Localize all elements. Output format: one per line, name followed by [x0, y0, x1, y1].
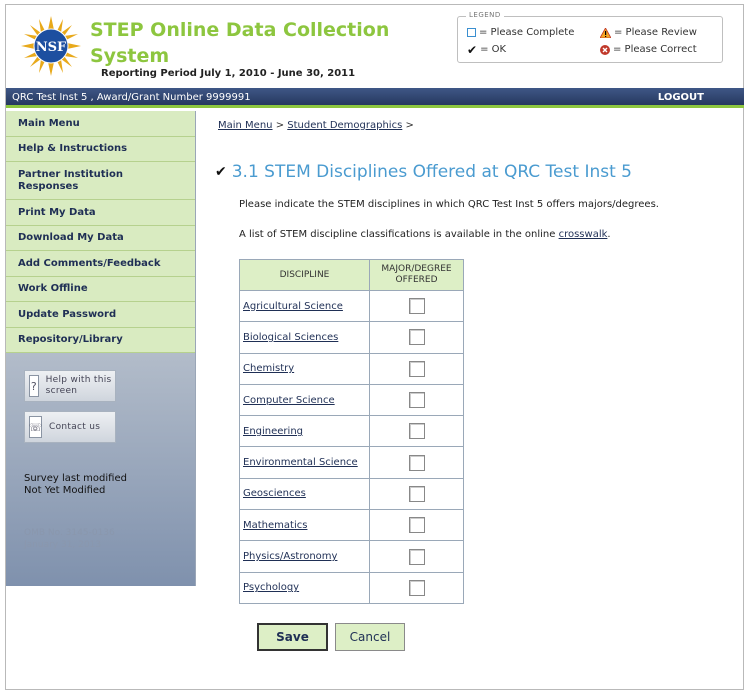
cancel-button[interactable]: Cancel: [335, 623, 405, 651]
checkmark-icon: ✔: [467, 42, 478, 57]
nsf-logo: NSF: [21, 16, 81, 76]
phone-icon: ☏: [29, 416, 42, 438]
discipline-link-psychology[interactable]: Psychology: [243, 582, 299, 593]
page-title: ✔ 3.1 STEM Disciplines Offered at QRC Te…: [215, 162, 632, 182]
save-button[interactable]: Save: [257, 623, 328, 651]
logout-link[interactable]: LOGOUT: [658, 92, 704, 103]
table-row: Computer Science: [239, 383, 464, 417]
discipline-link-environmental-science[interactable]: Environmental Science: [243, 457, 358, 468]
survey-status: Survey last modified Not Yet Modified: [24, 473, 127, 497]
legend-ok: ✔ = OK: [467, 42, 507, 57]
top-bar: QRC Test Inst 5 , Award/Grant Number 999…: [6, 88, 744, 108]
discipline-link-physics-astronomy[interactable]: Physics/Astronomy: [243, 551, 337, 562]
sidebar-item-password[interactable]: Update Password: [6, 302, 195, 328]
breadcrumb-main-menu[interactable]: Main Menu: [218, 120, 273, 131]
omb-number: OMB No. 3145-0136: [24, 528, 115, 538]
major-offered-checkbox[interactable]: [408, 423, 425, 440]
omb-info: OMB No. 3145-0136 January 31, 2013: [24, 527, 115, 551]
question-icon: ?: [29, 375, 39, 397]
discipline-link-biological-sciences[interactable]: Biological Sciences: [243, 332, 338, 343]
major-offered-checkbox[interactable]: [408, 454, 425, 471]
major-offered-checkbox[interactable]: [408, 329, 425, 346]
legend-title: LEGEND: [466, 11, 504, 19]
sidebar: Main Menu Help & Instructions Partner In…: [6, 111, 196, 586]
contact-us-button[interactable]: ☏ Contact us: [24, 411, 116, 443]
col-header-major-offered: MAJOR/DEGREE OFFERED: [369, 259, 464, 291]
legend-please-review: = Please Review: [600, 27, 697, 38]
legend-please-complete: = Please Complete: [467, 27, 574, 38]
sidebar-item-main-menu[interactable]: Main Menu: [6, 111, 195, 137]
warning-icon: [600, 27, 611, 38]
reporting-period: Reporting Period July 1, 2010 - June 30,…: [101, 68, 356, 79]
institution-info: QRC Test Inst 5 , Award/Grant Number 999…: [12, 92, 251, 103]
sidebar-item-download[interactable]: Download My Data: [6, 225, 195, 251]
discipline-link-computer-science[interactable]: Computer Science: [243, 395, 335, 406]
table-row: Agricultural Science: [239, 289, 464, 323]
breadcrumb-separator: >: [275, 120, 285, 131]
col-header-discipline: DISCIPLINE: [239, 259, 370, 291]
crosswalk-text: A list of STEM discipline classification…: [239, 229, 611, 240]
sidebar-item-offline[interactable]: Work Offline: [6, 276, 195, 302]
discipline-link-agricultural-science[interactable]: Agricultural Science: [243, 301, 343, 312]
table-header-row: DISCIPLINE MAJOR/DEGREE OFFERED: [239, 259, 464, 291]
table-row: Geosciences: [239, 477, 464, 511]
sidebar-item-print[interactable]: Print My Data: [6, 200, 195, 226]
table-row: Mathematics: [239, 509, 464, 542]
breadcrumb-separator: >: [405, 120, 414, 131]
major-offered-checkbox[interactable]: [408, 548, 425, 565]
omb-date: January 31, 2013: [24, 540, 102, 550]
table-row: Environmental Science: [239, 446, 464, 479]
table-row: Chemistry: [239, 352, 464, 385]
major-offered-checkbox[interactable]: [408, 517, 425, 534]
sidebar-item-help[interactable]: Help & Instructions: [6, 136, 195, 162]
legend: LEGEND = Please Complete = Please Review…: [457, 11, 723, 63]
sidebar-item-comments[interactable]: Add Comments/Feedback: [6, 251, 195, 277]
survey-modified-value: Not Yet Modified: [24, 485, 106, 496]
help-screen-button[interactable]: ? Help with this screen: [24, 370, 116, 402]
breadcrumb-student-demographics[interactable]: Student Demographics: [287, 120, 402, 131]
survey-modified-label: Survey last modified: [24, 473, 127, 484]
page-title-text: 3.1 STEM Disciplines Offered at QRC Test…: [231, 162, 632, 182]
legend-please-correct: = Please Correct: [600, 44, 697, 55]
checkmark-icon: ✔: [215, 164, 227, 180]
table-row: Physics/Astronomy: [239, 540, 464, 573]
table-row: Biological Sciences: [239, 321, 464, 354]
discipline-link-chemistry[interactable]: Chemistry: [243, 363, 294, 374]
error-icon: [600, 44, 610, 55]
discipline-link-geosciences[interactable]: Geosciences: [243, 488, 306, 499]
app-title: STEP Online Data Collection System: [90, 19, 390, 67]
empty-box-icon: [467, 28, 476, 37]
major-offered-checkbox[interactable]: [408, 298, 425, 315]
discipline-link-mathematics[interactable]: Mathematics: [243, 520, 307, 531]
svg-text:NSF: NSF: [36, 40, 67, 55]
major-offered-checkbox[interactable]: [408, 392, 425, 409]
table-row: Psychology: [239, 571, 464, 604]
sidebar-item-partner-responses[interactable]: Partner Institution Responses: [6, 162, 195, 200]
discipline-link-engineering[interactable]: Engineering: [243, 426, 303, 437]
instruction-text: Please indicate the STEM disciplines in …: [239, 199, 659, 210]
disciplines-table: DISCIPLINE MAJOR/DEGREE OFFERED Agricult…: [239, 259, 464, 604]
sidebar-item-repository[interactable]: Repository/Library: [6, 327, 195, 353]
major-offered-checkbox[interactable]: [408, 579, 425, 596]
breadcrumb: Main Menu > Student Demographics >: [218, 120, 414, 131]
crosswalk-link[interactable]: crosswalk: [559, 229, 608, 240]
major-offered-checkbox[interactable]: [408, 485, 425, 502]
table-row: Engineering: [239, 415, 464, 448]
major-offered-checkbox[interactable]: [408, 360, 425, 377]
